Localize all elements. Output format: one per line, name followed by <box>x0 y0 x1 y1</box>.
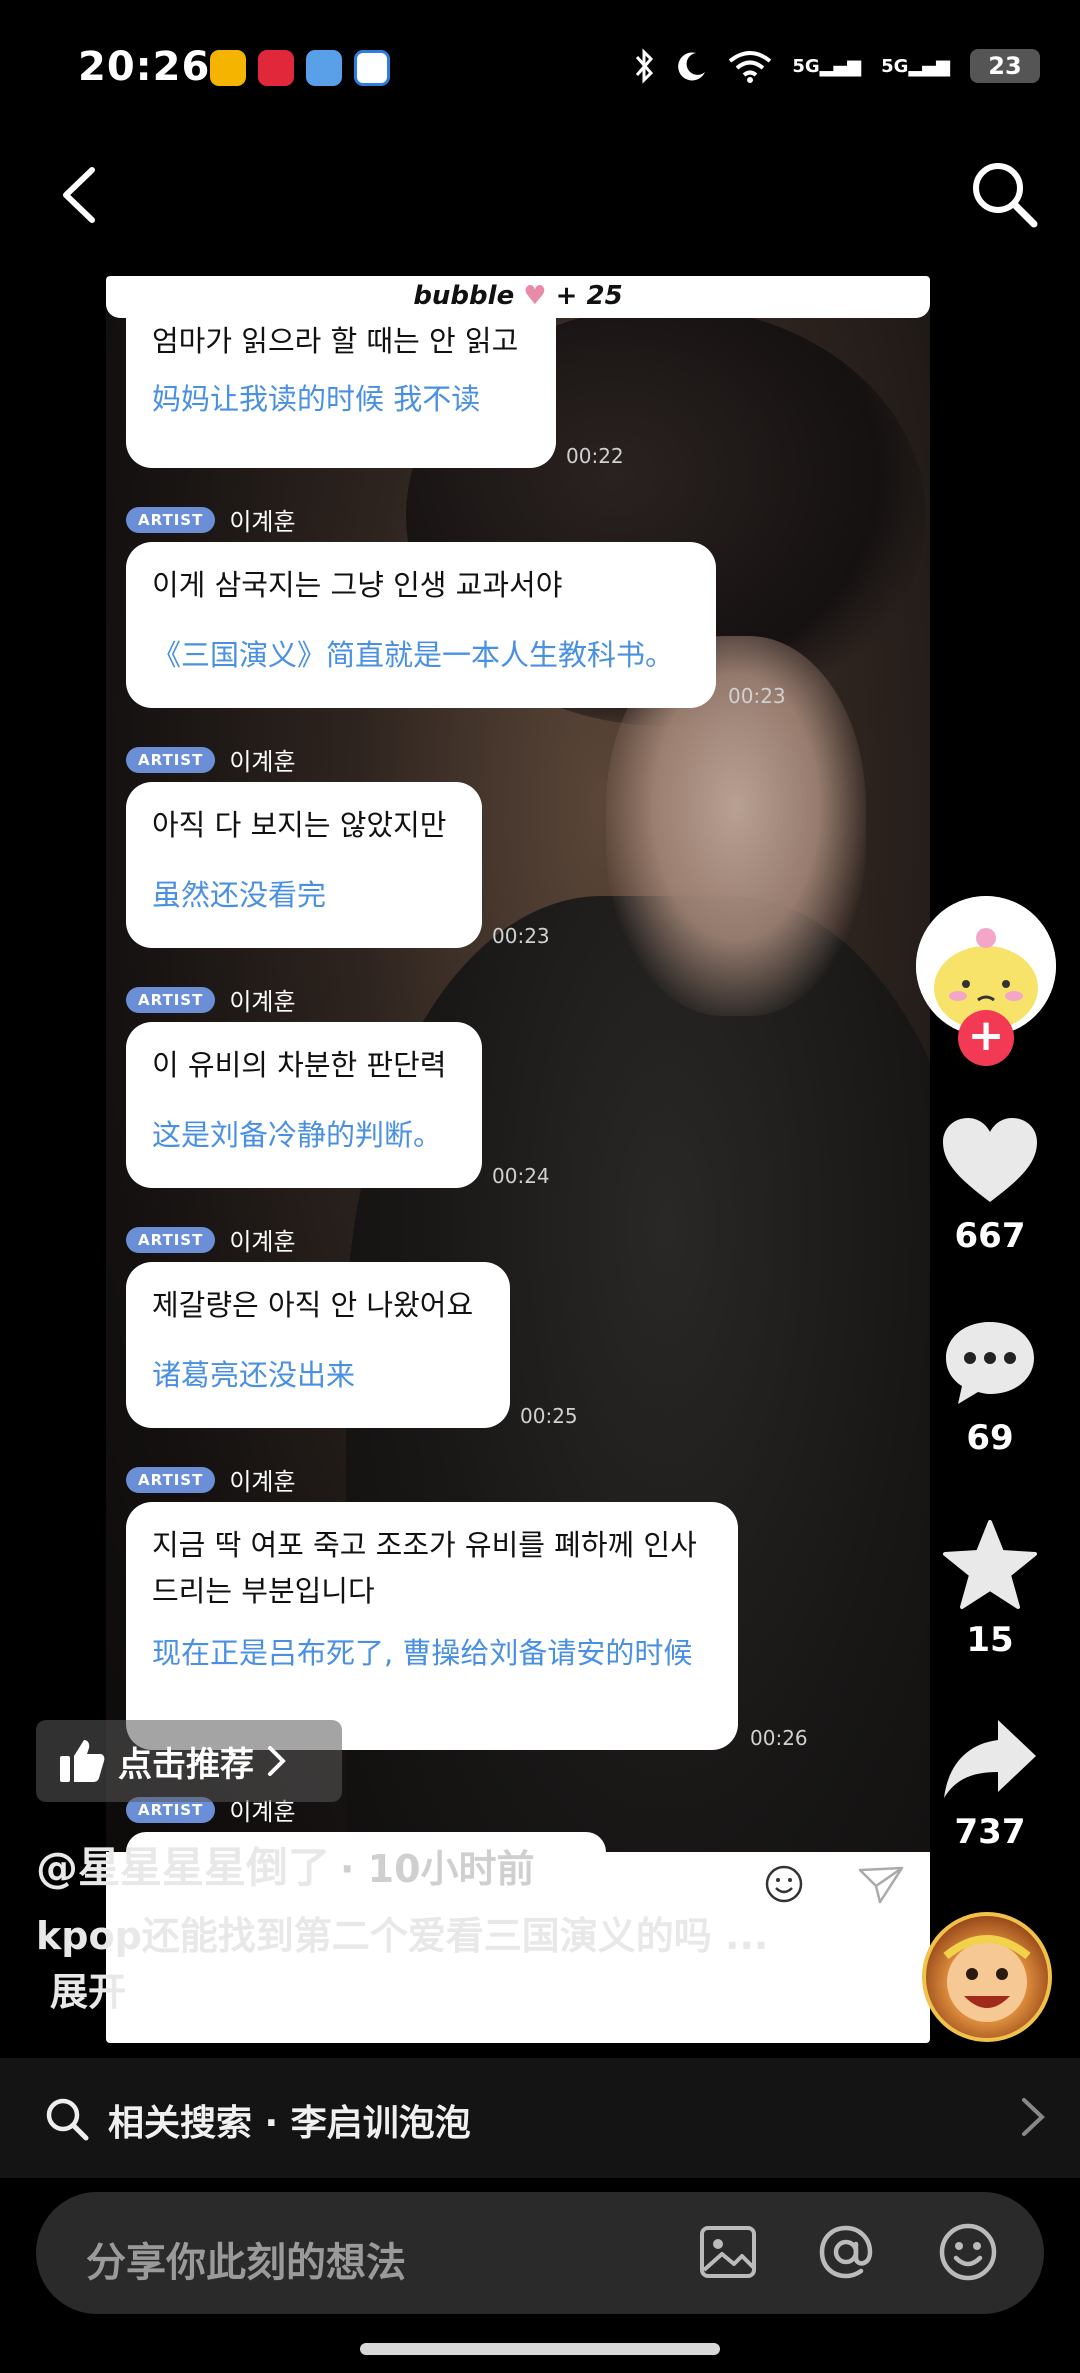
recommend-label: 点击推荐 <box>118 1744 254 1785</box>
video-caption[interactable]: kpop还能找到第二个爱看三国演义的吗 ... 展开 <box>36 1908 796 2020</box>
back-arrow-icon[interactable] <box>52 160 112 230</box>
message-time: 00:23 <box>728 684 786 708</box>
favorite-count: 15 <box>966 1620 1014 1660</box>
wifi-icon <box>729 51 772 83</box>
message-sender: ARTIST 이계훈 <box>126 1222 296 1257</box>
chat-message: 이게 삼국지는 그냥 인생 교과서야 《三国演义》简直就是一本人生教科书。 <box>126 542 716 708</box>
message-sender: ARTIST 이계훈 <box>126 1462 296 1497</box>
message-time: 00:26 <box>750 1726 808 1750</box>
send-icon[interactable] <box>856 1864 906 1906</box>
message-chinese: 诸葛亮还没出来 <box>152 1358 356 1392</box>
sender-name: 이계훈 <box>229 508 296 536</box>
share-arrow-icon <box>944 1720 1036 1798</box>
expand-caption-button[interactable]: 展开 <box>50 1970 126 2014</box>
chat-message: 이 유비의 차분한 판단력 这是刘备冷静的判断。 <box>126 1022 482 1188</box>
chat-message: 지금 딱 여포 죽고 조조가 유비를 폐하께 인사 드리는 부분입니다 现在正是… <box>126 1502 738 1750</box>
recommend-button[interactable]: 点击推荐 <box>36 1720 342 1802</box>
related-search-label: 相关搜索 · 李启训泡泡 <box>108 2103 471 2144</box>
search-icon <box>46 2098 89 2141</box>
at-mention-icon[interactable] <box>814 2220 878 2284</box>
signal-icon: 5G▂▄▆ <box>792 55 862 77</box>
weibo-icon <box>210 50 246 86</box>
bubble-brand: bubble <box>413 281 515 311</box>
share-count: 737 <box>954 1812 1026 1852</box>
message-korean: 이 유비의 차분한 판단력 <box>152 1048 447 1082</box>
message-time: 00:25 <box>520 1404 578 1428</box>
message-korean: 아직 다 보지는 않았지만 <box>152 808 447 842</box>
artist-badge: ARTIST <box>126 986 216 1013</box>
comment-bubble-icon <box>946 1322 1034 1404</box>
artist-badge: ARTIST <box>126 1226 216 1253</box>
caption-text: kpop还能找到第二个爱看三国演义的吗 ... <box>36 1914 769 1958</box>
message-chinese: 虽然还没看完 <box>152 878 327 912</box>
sender-name: 이계훈 <box>229 1468 296 1496</box>
artist-badge: ARTIST <box>126 746 216 773</box>
comment-button[interactable]: 69 <box>916 1318 1064 1458</box>
chat-message: 아직 다 보지는 않았지만 虽然还没看完 <box>126 782 482 948</box>
favorite-button[interactable]: 15 <box>916 1520 1064 1660</box>
dnd-moon-icon <box>678 52 706 81</box>
battery-icon: 23 <box>970 49 1040 83</box>
system-icons: 5G▂▄▆ 5G▂▄▆ 23 <box>634 48 1040 84</box>
message-time: 00:24 <box>492 1164 550 1188</box>
message-korean: 이게 삼국지는 그냥 인생 교과서야 <box>152 568 563 602</box>
related-search-bar[interactable]: 相关搜索 · 李启训泡泡 <box>0 2058 1080 2178</box>
message-chinese: 妈妈让我读的时候 我不读 <box>152 382 481 416</box>
music-avatar[interactable] <box>922 1912 1052 2042</box>
artist-badge: ARTIST <box>126 1466 216 1493</box>
author-line[interactable]: @星星星星倒了 · 10小时前 <box>36 1834 535 1895</box>
message-sender: ARTIST 이계훈 <box>126 982 296 1017</box>
bubble-header: bubble ♥ + 25 <box>106 276 930 318</box>
weather-icon <box>306 50 342 86</box>
notification-icons <box>210 50 390 86</box>
emoji-icon[interactable] <box>764 1864 804 1904</box>
thumbs-up-icon <box>60 1740 105 1782</box>
bubble-count: + 25 <box>555 281 623 311</box>
follow-plus-button[interactable]: + <box>958 1010 1014 1066</box>
comment-placeholder: 分享你此刻的想法 <box>86 2240 406 2286</box>
signal-icon: 5G▂▄▆ <box>881 55 950 77</box>
sender-name: 이계훈 <box>229 1228 296 1256</box>
post-time: · 10小时前 <box>340 1847 535 1891</box>
app-blue-icon <box>354 50 390 86</box>
chevron-right-icon <box>268 1746 286 1776</box>
monkey-avatar-image <box>943 1935 1031 2022</box>
artist-badge: ARTIST <box>126 506 216 533</box>
chat-message: 엄마가 읽으라 할 때는 안 읽고 妈妈让我读的时候 我不读 <box>126 318 556 468</box>
app-red-icon <box>258 50 294 86</box>
share-button[interactable]: 737 <box>916 1716 1064 1852</box>
heart-icon: ♥ <box>523 281 547 311</box>
search-icon[interactable] <box>968 158 1040 230</box>
comment-count: 69 <box>966 1418 1014 1458</box>
message-korean: 지금 딱 여포 죽고 조조가 유비를 폐하께 인사 드리는 부분입니다 <box>152 1528 697 1608</box>
like-count: 667 <box>954 1216 1026 1256</box>
status-bar: 20:26 5G▂▄▆ 5G▂▄▆ 23 <box>0 0 1080 140</box>
like-button[interactable]: 667 <box>916 1116 1064 1256</box>
message-korean: 제갈량은 아직 안 나왔어요 <box>152 1288 474 1322</box>
sender-name: 이계훈 <box>229 748 296 776</box>
message-korean: 엄마가 읽으라 할 때는 안 읽고 <box>152 324 519 358</box>
home-indicator[interactable] <box>360 2343 720 2355</box>
star-icon <box>943 1520 1037 1609</box>
sender-name: 이계훈 <box>229 988 296 1016</box>
heart-icon <box>943 1118 1037 1202</box>
status-time: 20:26 <box>78 44 211 90</box>
message-sender: ARTIST 이계훈 <box>126 502 296 537</box>
message-time: 00:22 <box>566 444 624 468</box>
chevron-right-icon <box>1022 2098 1045 2136</box>
message-chinese: 现在正是吕布死了, 曹操给刘备请安的时候 <box>152 1636 693 1670</box>
bluetooth-icon <box>636 48 654 84</box>
comment-input[interactable]: 分享你此刻的想法 <box>36 2192 1044 2314</box>
message-sender: ARTIST 이계훈 <box>126 742 296 777</box>
message-chinese: 《三国演义》简直就是一本人生教科书。 <box>152 638 675 672</box>
chat-message: 제갈량은 아직 안 나왔어요 诸葛亮还没出来 <box>126 1262 510 1428</box>
message-chinese: 这是刘备冷静的判断。 <box>152 1118 443 1152</box>
image-icon[interactable] <box>696 2220 760 2284</box>
message-time: 00:23 <box>492 924 550 948</box>
emoji-icon[interactable] <box>936 2220 1000 2284</box>
author-name[interactable]: @星星星星倒了 <box>36 1843 330 1892</box>
